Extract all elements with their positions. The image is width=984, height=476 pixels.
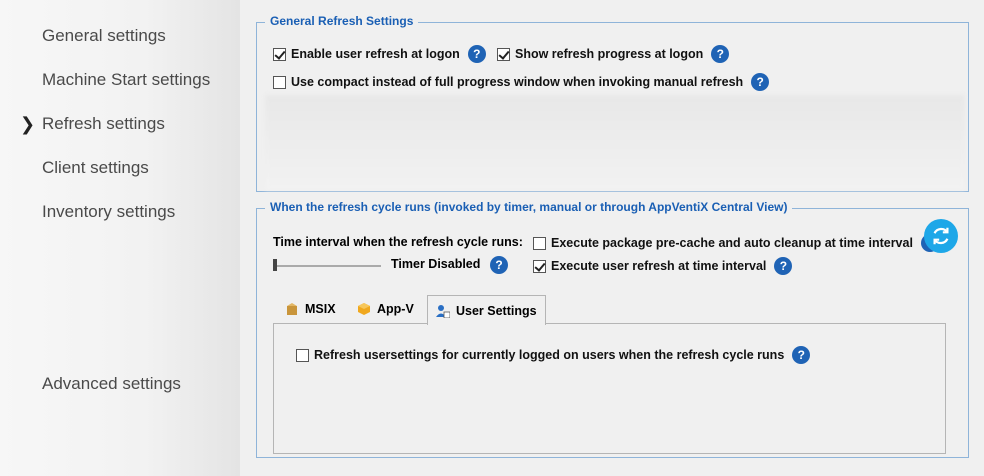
enable-user-refresh-label[interactable]: Enable user refresh at logon [291,47,460,61]
refresh-cycle-group-title: When the refresh cycle runs (invoked by … [265,200,793,214]
blurred-region [265,95,965,190]
show-refresh-progress-row: Show refresh progress at logon ? [497,45,730,63]
tab-appv-label: App-V [377,302,414,316]
show-refresh-progress-label[interactable]: Show refresh progress at logon [515,47,703,61]
active-indicator-icon: ❯ [20,114,36,134]
use-compact-checkbox[interactable] [273,75,286,89]
sidebar-item-refresh-settings[interactable]: Refresh settings [42,114,165,134]
tab-user-settings-label: User Settings [456,303,537,318]
refresh-icon [933,227,949,245]
timer-slider-thumb[interactable] [273,259,277,271]
use-compact-row: Use compact instead of full progress win… [273,73,770,91]
refresh-usersettings-label[interactable]: Refresh usersettings for currently logge… [314,348,784,362]
execute-user-refresh-label[interactable]: Execute user refresh at time interval [551,259,766,273]
enable-user-refresh-checkbox[interactable] [273,47,286,61]
refresh-usersettings-checkbox[interactable] [296,348,309,362]
time-interval-label: Time interval when the refresh cycle run… [273,235,523,249]
refresh-usersettings-row: Refresh usersettings for currently logge… [296,346,811,364]
execute-precache-checkbox[interactable] [533,236,546,250]
tab-user-settings[interactable]: User Settings [427,295,546,325]
general-refresh-group-title: General Refresh Settings [265,14,419,28]
timer-value-label: Timer Disabled [391,257,481,271]
sidebar-item-machine-start-settings[interactable]: Machine Start settings [42,70,210,90]
sidebar: General settings Machine Start settings … [0,0,240,476]
execute-user-refresh-row: Execute user refresh at time interval ? [533,257,793,275]
tab-msix[interactable]: MSIX [277,295,344,323]
refresh-button[interactable] [924,219,958,253]
execute-user-refresh-checkbox[interactable] [533,259,546,273]
tab-msix-label: MSIX [305,302,336,316]
help-icon[interactable]: ? [751,73,770,91]
sidebar-item-client-settings[interactable]: Client settings [42,158,149,178]
help-icon[interactable]: ? [711,45,730,63]
package-icon [287,303,297,315]
help-icon[interactable]: ? [792,346,811,364]
user-settings-icon [436,304,450,318]
execute-precache-row: Execute package pre-cache and auto clean… [533,234,939,252]
execute-precache-label[interactable]: Execute package pre-cache and auto clean… [551,236,913,250]
user-settings-panel: Refresh usersettings for currently logge… [273,323,946,454]
sidebar-item-general-settings[interactable]: General settings [42,26,166,46]
enable-user-refresh-row: Enable user refresh at logon ? [273,45,486,63]
help-icon[interactable]: ? [490,256,508,274]
appv-icon [358,303,370,315]
use-compact-label[interactable]: Use compact instead of full progress win… [291,75,743,89]
timer-slider-track[interactable] [273,265,381,267]
tab-appv[interactable]: App-V [349,295,422,323]
show-refresh-progress-checkbox[interactable] [497,47,510,61]
sidebar-item-advanced-settings[interactable]: Advanced settings [42,374,181,394]
help-icon[interactable]: ? [467,45,486,63]
refresh-cycle-group: When the refresh cycle runs (invoked by … [256,200,969,458]
help-icon[interactable]: ? [774,257,793,275]
sidebar-item-inventory-settings[interactable]: Inventory settings [42,202,175,222]
general-refresh-group: General Refresh Settings Enable user ref… [256,14,969,192]
